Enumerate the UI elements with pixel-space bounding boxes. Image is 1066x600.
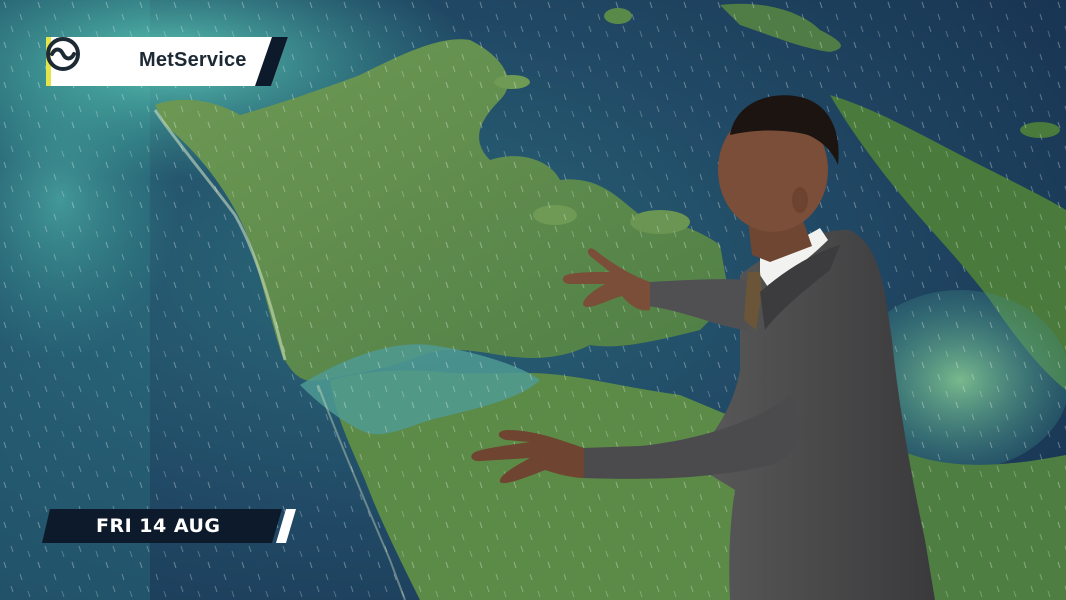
forecast-date-badge: FRI 14 AUG <box>42 509 296 543</box>
presenter-ear <box>792 187 808 213</box>
metservice-swirl-icon <box>46 37 80 71</box>
forecast-date: FRI 14 AUG <box>96 515 221 537</box>
metservice-logo-badge: MetService <box>46 37 288 86</box>
brand-name: MetService <box>139 49 247 71</box>
broadcast-frame: MetService FRI 14 AUG <box>0 0 1066 600</box>
